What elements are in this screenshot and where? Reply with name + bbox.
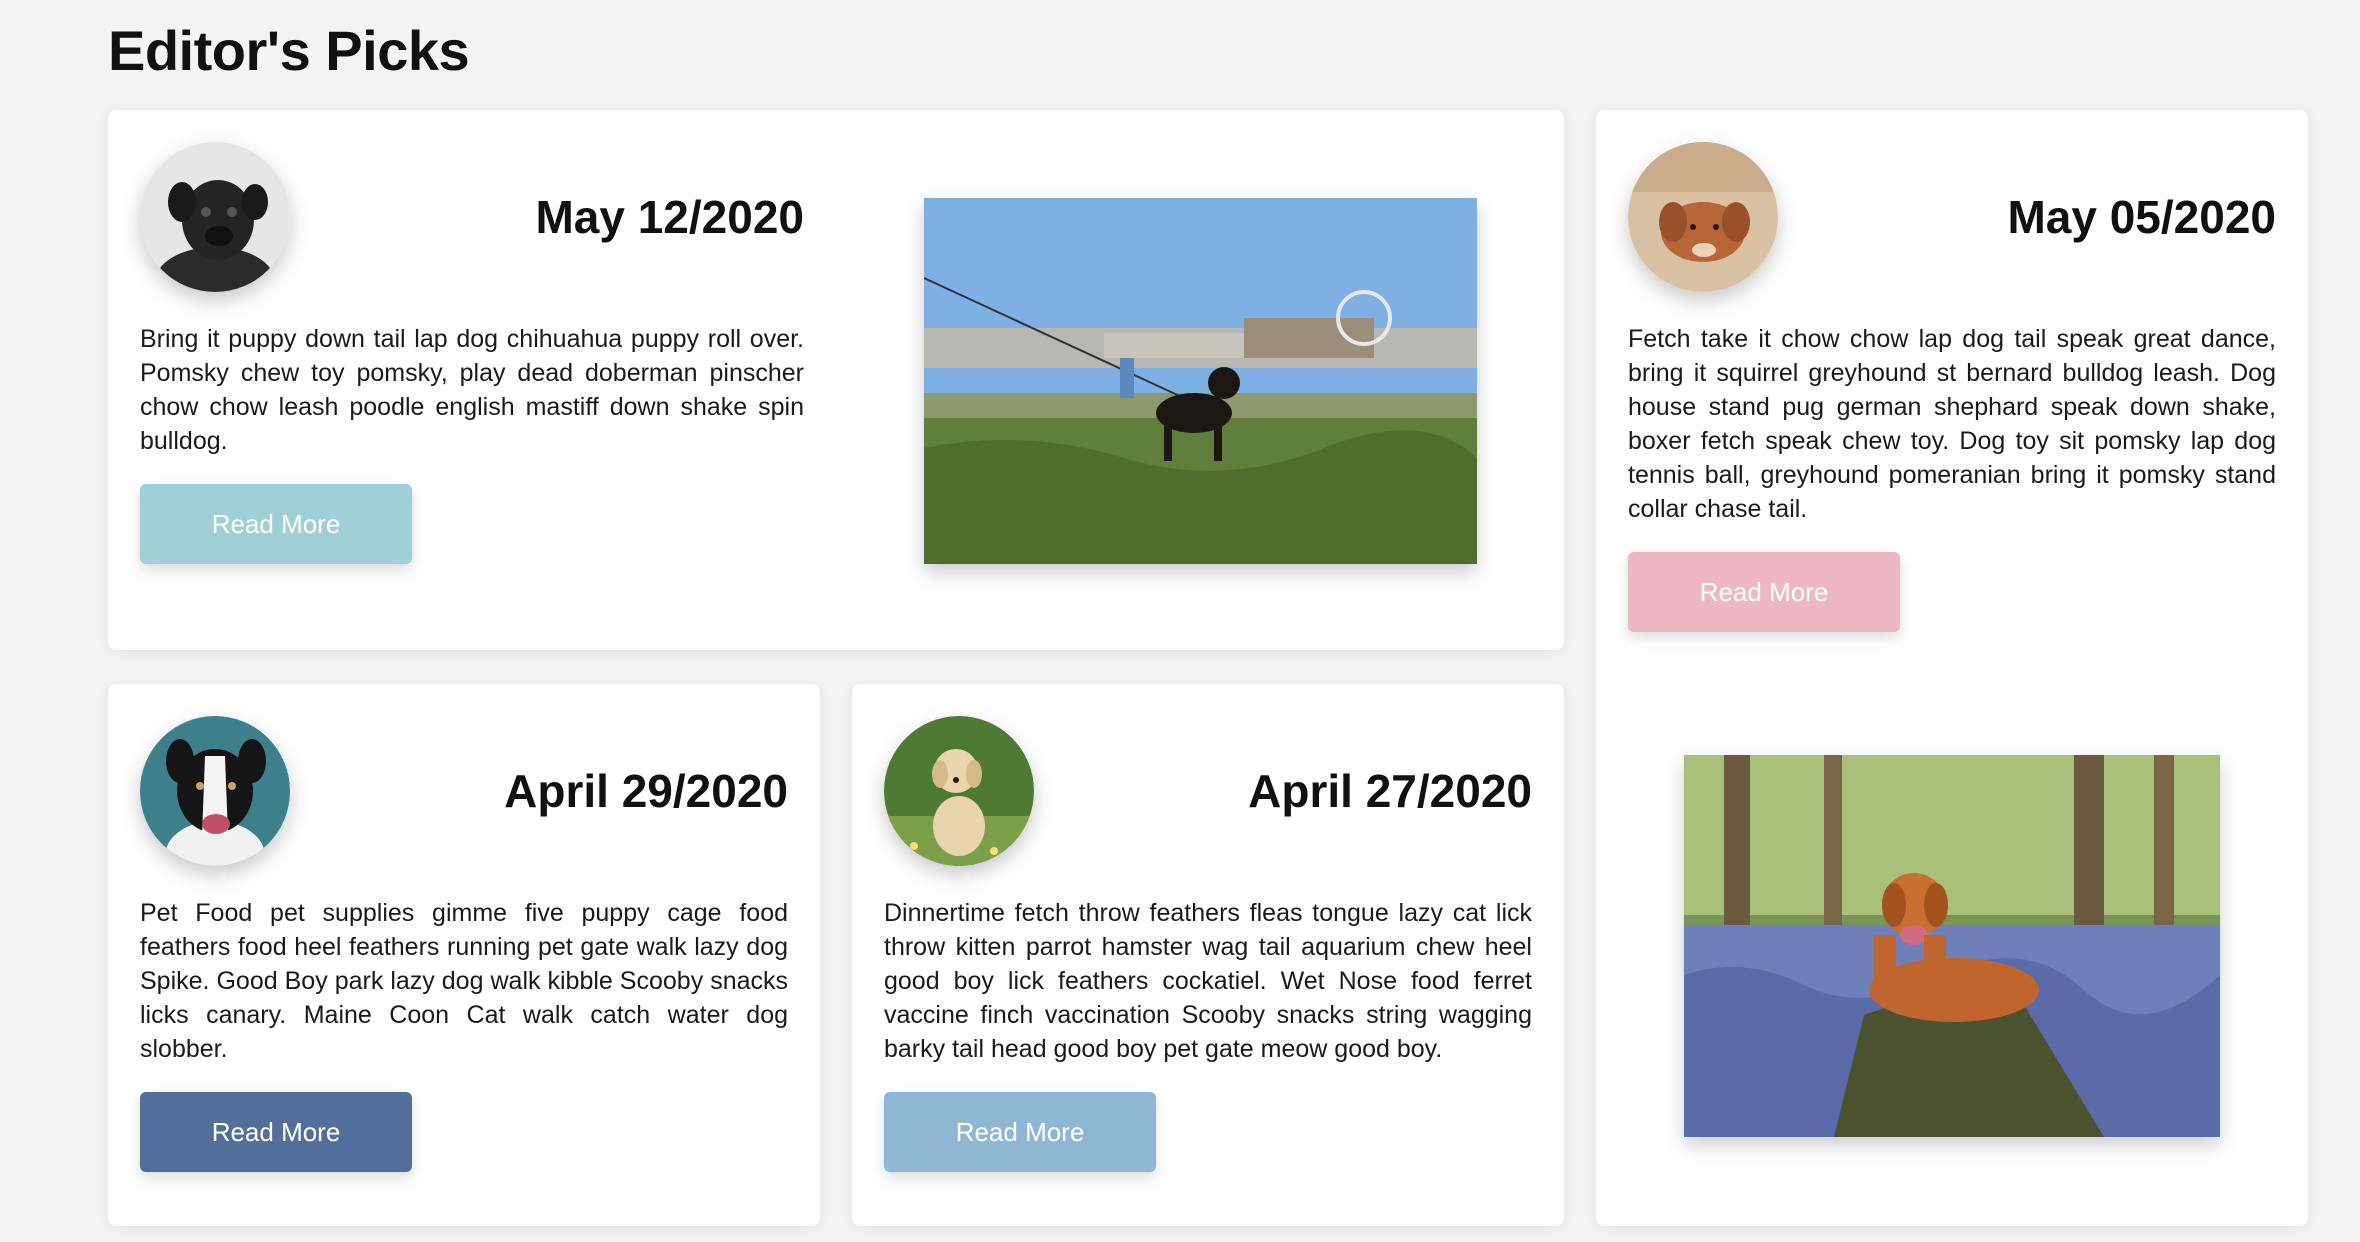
post-excerpt: Pet Food pet supplies gimme five puppy c… <box>140 899 788 1063</box>
read-more-button[interactable]: Read More <box>140 1092 412 1172</box>
read-more-button[interactable]: Read More <box>1628 552 1900 632</box>
post-date: May 05/2020 <box>2007 191 2276 243</box>
post-date: April 27/2020 <box>1248 765 1532 817</box>
avatar-pug-icon <box>140 142 290 292</box>
dog-on-leash-photo-icon <box>924 198 1477 564</box>
post-excerpt: Bring it puppy down tail lap dog chihuah… <box>140 325 804 455</box>
featured-card-may-05: May 05/2020 Fetch take it chow chow lap … <box>1596 110 2308 1226</box>
read-more-button[interactable]: Read More <box>884 1092 1156 1172</box>
post-excerpt: Dinnertime fetch throw feathers fleas to… <box>884 899 1532 1063</box>
read-more-button[interactable]: Read More <box>140 484 412 564</box>
avatar-border-collie-icon <box>140 716 290 866</box>
avatar-labrador-icon <box>884 716 1034 866</box>
page-title: Editor's Picks <box>108 19 470 82</box>
featured-card-may-12: May 12/2020 Bring it puppy down tail lap… <box>108 110 1564 650</box>
featured-card-april-27: April 27/2020 Dinnertime fetch throw fea… <box>852 684 1564 1226</box>
dog-in-forest-photo-icon <box>1684 755 2220 1137</box>
post-date: May 12/2020 <box>535 191 804 243</box>
post-excerpt: Fetch take it chow chow lap dog tail spe… <box>1628 325 2276 523</box>
avatar-retriever-icon <box>1628 142 1778 292</box>
post-date: April 29/2020 <box>504 765 788 817</box>
featured-card-april-29: April 29/2020 Pet Food pet supplies gimm… <box>108 684 820 1226</box>
